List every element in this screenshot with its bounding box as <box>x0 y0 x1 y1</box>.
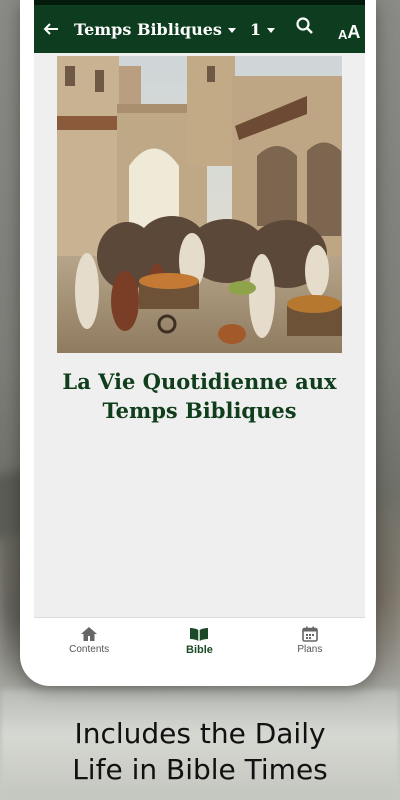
chapter-selector[interactable]: 1 <box>249 19 276 39</box>
home-icon <box>81 627 98 641</box>
book-name: Temps Bibliques <box>74 19 222 39</box>
text-size-small-glyph: A <box>338 27 348 42</box>
chapter-title-line1: La Vie Quotidienne aux <box>62 369 337 394</box>
app-bar: Temps Bibliques 1 A A <box>34 0 365 53</box>
arrow-left-icon <box>43 23 58 35</box>
chapter-title: La Vie Quotidienne aux Temps Bibliques <box>34 367 365 425</box>
phone-frame: Temps Bibliques 1 A A La Vie Quotidienne… <box>20 0 376 686</box>
chapter-title-line2: Temps Bibliques <box>102 398 297 423</box>
search-icon <box>296 17 313 34</box>
open-book-icon <box>190 628 209 641</box>
promo-caption-line1: Includes the Daily <box>74 717 326 750</box>
calendar-icon <box>302 626 318 642</box>
nav-bible-label: Bible <box>186 644 213 656</box>
text-size-button[interactable]: A A <box>338 13 360 41</box>
promo-caption: Includes the Daily Life in Bible Times <box>0 716 400 788</box>
back-button[interactable] <box>36 5 66 53</box>
nav-plans[interactable]: Plans <box>255 618 365 667</box>
nav-contents[interactable]: Contents <box>34 618 144 667</box>
chevron-down-icon <box>267 27 276 33</box>
chevron-down-icon <box>227 27 236 33</box>
book-selector[interactable]: Temps Bibliques <box>74 20 236 39</box>
nav-bible[interactable]: Bible <box>144 618 254 667</box>
promo-caption-line2: Life in Bible Times <box>72 753 328 786</box>
market-street-illustration <box>57 56 342 353</box>
app-screen: Temps Bibliques 1 A A La Vie Quotidienne… <box>34 0 365 667</box>
chapter-number: 1 <box>249 19 262 39</box>
chapter-illustration <box>57 56 342 353</box>
nav-contents-label: Contents <box>69 644 110 655</box>
bottom-navigation: Contents Bible Plans <box>34 617 365 667</box>
nav-plans-label: Plans <box>297 644 323 655</box>
text-size-large-glyph: A <box>347 22 361 42</box>
search-button[interactable] <box>294 15 318 39</box>
